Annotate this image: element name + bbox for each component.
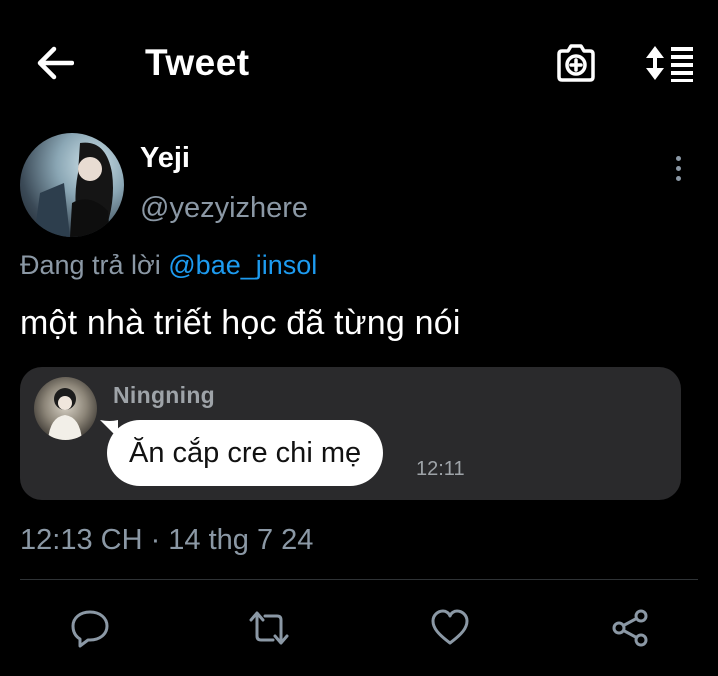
share-button[interactable]: [606, 604, 654, 652]
sort-list-icon: [646, 46, 693, 82]
arrow-left-icon: [37, 46, 74, 80]
author-handle[interactable]: @yezyizhere: [140, 190, 308, 226]
share-icon: [612, 609, 648, 647]
chat-message-time: 12:11: [416, 458, 465, 480]
heart-icon: [431, 609, 469, 645]
avatar-photo: [34, 142, 113, 237]
author-display-name[interactable]: Yeji: [140, 140, 190, 176]
more-dot-icon: [675, 175, 681, 181]
comment-icon: [71, 610, 109, 648]
camera-button[interactable]: [548, 36, 604, 90]
reply-context-label: Đang trả lời: [20, 250, 169, 280]
retweet-button[interactable]: [245, 604, 293, 652]
page-title: Tweet: [145, 42, 250, 83]
tweet-text: một nhà triết học đã từng nói: [20, 304, 461, 342]
like-button[interactable]: [426, 604, 474, 652]
retweet-icon: [249, 611, 289, 645]
chat-sender-name: Ningning: [113, 382, 216, 408]
reply-button[interactable]: [66, 604, 114, 652]
more-dot-icon: [675, 155, 681, 161]
back-button[interactable]: [30, 38, 80, 88]
reply-context: Đang trả lời @bae_jinsol: [20, 248, 317, 282]
author-avatar[interactable]: [20, 133, 124, 237]
reply-mention-link[interactable]: @bae_jinsol: [168, 250, 317, 280]
chat-message-bubble: Ăn cắp cre chi mẹ: [107, 420, 384, 486]
camera-plus-icon: [557, 44, 595, 82]
sort-button[interactable]: [640, 36, 702, 90]
divider: [20, 579, 698, 580]
more-options-button[interactable]: [660, 148, 696, 188]
more-dot-icon: [675, 165, 681, 171]
tweet-timestamp: 12:13 CH · 14 thg 7 24: [20, 524, 314, 556]
chat-sender-avatar: [34, 377, 97, 440]
